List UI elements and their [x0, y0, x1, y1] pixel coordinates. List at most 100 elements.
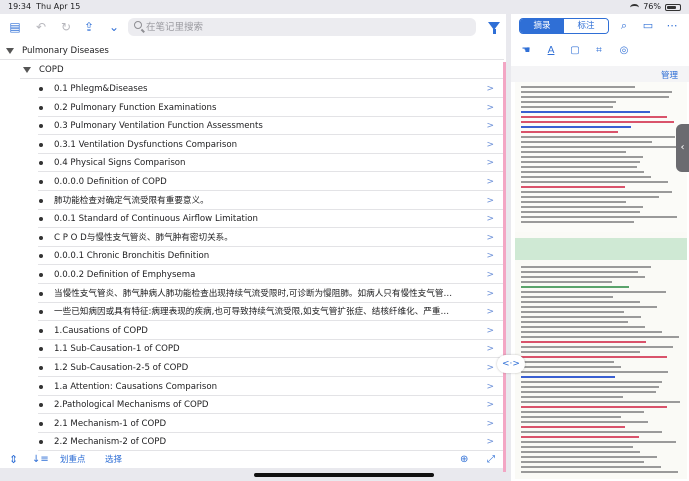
fullscreen-icon[interactable]: ⤢ — [487, 453, 495, 467]
redo-icon[interactable]: ↻ — [57, 18, 75, 36]
tab-excerpt[interactable]: 摘录 — [520, 19, 564, 33]
chevron-right-icon[interactable]: > — [486, 173, 494, 191]
document-text-line — [521, 371, 668, 373]
undo-icon[interactable]: ↶ — [32, 18, 50, 36]
sidebar-icon[interactable]: ▤ — [6, 18, 24, 36]
tree-item[interactable]: 肺功能检查对确定气流受限有重要意义。 > — [0, 192, 504, 210]
search-field[interactable] — [128, 18, 476, 36]
document-text-line — [521, 421, 648, 423]
disclosure-triangle-icon[interactable] — [6, 48, 14, 54]
chevron-right-icon[interactable]: > — [486, 415, 494, 433]
tree-item-label: 1.1 Sub-Causation-1 of COPD — [54, 344, 180, 355]
scroll-indicator[interactable] — [503, 62, 506, 472]
disclosure-triangle-icon[interactable] — [23, 67, 31, 73]
bullet-icon — [39, 124, 43, 129]
split-view-handle[interactable]: <·> — [497, 355, 525, 373]
text-highlight-icon[interactable]: A — [544, 44, 558, 58]
search-input[interactable] — [146, 18, 466, 36]
tree-item[interactable]: 0.3 Pulmonary Ventilation Function Asses… — [0, 117, 504, 136]
bookmark-icon[interactable]: ▭ — [641, 19, 655, 33]
document-text-line — [521, 376, 615, 378]
chevron-right-icon[interactable]: > — [486, 303, 494, 321]
chevron-right-icon[interactable]: > — [486, 247, 494, 265]
bullet-icon — [39, 180, 43, 184]
chevron-right-icon[interactable]: > — [486, 359, 494, 377]
chevron-right-icon[interactable]: > — [486, 322, 494, 340]
tree-item[interactable]: 1.2 Sub-Causation-2-5 of COPD > — [0, 359, 504, 377]
rectangle-icon[interactable]: ▢ — [568, 44, 582, 58]
tree-node-label: Pulmonary Diseases — [22, 46, 109, 56]
tree-item-label: 2.2 Mechanism-2 of COPD — [54, 437, 167, 448]
chevron-right-icon[interactable]: > — [486, 229, 494, 247]
chevron-right-icon[interactable]: > — [486, 266, 494, 284]
document-text-line — [521, 146, 679, 148]
tab-mark[interactable]: 标注 — [564, 19, 608, 33]
crop-icon[interactable]: ⌗ — [592, 44, 606, 58]
chevron-right-icon[interactable]: > — [486, 210, 494, 228]
sort-icon[interactable]: ↓≡ — [32, 453, 49, 467]
document-page-view[interactable] — [515, 82, 687, 479]
tree-item[interactable]: 0.0.0.2 Definition of Emphysema > — [0, 266, 504, 284]
chevron-right-icon[interactable]: > — [486, 433, 494, 451]
document-text-line — [521, 201, 626, 203]
tree-item[interactable]: 2.2 Mechanism-2 of COPD > — [0, 433, 504, 452]
search-icon[interactable]: ⌕ — [617, 19, 631, 33]
add-child-icon[interactable]: ⊕ — [460, 453, 468, 467]
bullet-icon — [39, 235, 43, 240]
side-panel-handle[interactable]: ‹ — [676, 124, 689, 172]
tree-item[interactable]: 0.0.1 Standard of Continuous Airflow Lim… — [0, 210, 504, 229]
chevron-right-icon[interactable]: > — [486, 99, 494, 117]
document-text-line — [521, 436, 639, 438]
document-text-line — [521, 116, 667, 118]
document-text-line — [521, 101, 616, 103]
outline-toolbar: ▤ ↶ ↻ ⇪ ⌄ — [0, 14, 506, 40]
tree-item[interactable]: 0.0.0.1 Chronic Bronchitis Definition > — [0, 247, 504, 266]
bullet-icon — [39, 87, 43, 91]
document-text-line — [521, 296, 613, 298]
chevron-right-icon[interactable]: > — [486, 136, 494, 154]
filter-icon[interactable] — [488, 22, 500, 34]
chevron-right-icon[interactable]: > — [486, 285, 494, 303]
tree-item[interactable]: 1.a Attention: Causations Comparison > — [0, 378, 504, 396]
tree-item-label: 0.0.0.0 Definition of COPD — [54, 177, 167, 187]
tree-item[interactable]: 当慢性支气管炎、肺气肿病人肺功能检查出现持续气流受限时,可诊断为慢阻肺。如病人只… — [0, 285, 504, 303]
chevron-right-icon[interactable]: > — [486, 80, 494, 98]
tree-item[interactable]: 2.1 Mechanism-1 of COPD > — [0, 415, 504, 433]
expand-icon[interactable]: ⇕ — [9, 453, 18, 467]
share-icon[interactable]: ⇪ — [80, 18, 98, 36]
bullet-icon — [39, 403, 43, 408]
document-text-line — [521, 301, 640, 303]
document-text-line — [521, 321, 628, 323]
chevron-right-icon[interactable]: > — [486, 154, 494, 172]
tree-node-root[interactable]: Pulmonary Diseases — [0, 42, 504, 60]
chevron-right-icon[interactable]: > — [486, 378, 494, 396]
tree-item[interactable]: 0.2 Pulmonary Function Examinations > — [0, 99, 504, 117]
chevron-right-icon[interactable]: > — [486, 192, 494, 210]
tree-node-copd[interactable]: COPD — [0, 61, 504, 79]
tree-item[interactable]: 0.4 Physical Signs Comparison > — [0, 154, 504, 173]
chevron-right-icon[interactable]: > — [486, 117, 494, 135]
chevron-right-icon[interactable]: > — [486, 396, 494, 414]
document-text-line — [521, 416, 621, 418]
tree-item[interactable]: 0.3.1 Ventilation Dysfunctions Compariso… — [0, 136, 504, 154]
document-text-line — [521, 171, 644, 173]
tree-item-label: 1.a Attention: Causations Comparison — [54, 381, 218, 392]
lasso-icon[interactable]: ◎ — [617, 44, 631, 58]
tree-item[interactable]: 一些已知病因或具有特征:病理表现的疾病,也可导致持续气流受限,如支气管扩张症、结… — [0, 303, 504, 322]
hand-icon[interactable]: ☚ — [519, 44, 533, 58]
tree-item[interactable]: 0.0.0.0 Definition of COPD > — [0, 173, 504, 191]
menu-icon[interactable]: ⋯ — [665, 19, 679, 33]
manage-button[interactable]: 管理 — [661, 69, 678, 81]
select-button[interactable]: 选择 — [105, 453, 122, 467]
tree-item[interactable]: 0.1 Phlegm&Diseases > — [0, 80, 504, 98]
chevron-right-icon[interactable]: > — [486, 340, 494, 358]
tree-item[interactable]: 2.Pathological Mechanisms of COPD > — [0, 396, 504, 415]
tree-item[interactable]: C P O D与慢性支气管炎、肺气肿有密切关系。 > — [0, 229, 504, 247]
tree-item[interactable]: 1.Causations of COPD > — [0, 322, 504, 340]
document-text-line — [521, 216, 677, 218]
chevron-down-icon[interactable]: ⌄ — [105, 18, 123, 36]
tree-item[interactable]: 1.1 Sub-Causation-1 of COPD > — [0, 340, 504, 359]
mode-segmented-control[interactable]: 摘录 标注 — [519, 18, 609, 34]
tree-item-label: 0.0.1 Standard of Continuous Airflow Lim… — [54, 214, 258, 225]
highlight-button[interactable]: 划重点 — [60, 453, 86, 467]
